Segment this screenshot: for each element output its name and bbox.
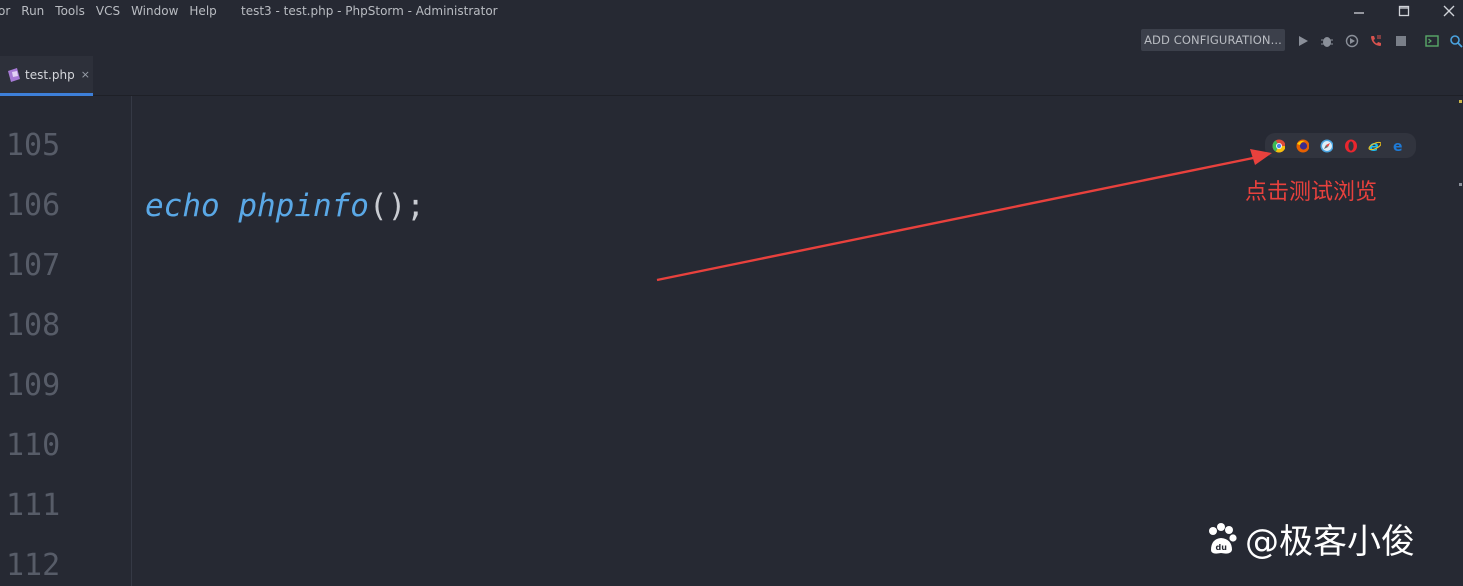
baidu-paw-icon: du (1209, 522, 1237, 554)
svg-text:du: du (1216, 543, 1228, 552)
watermark: du @极客小俊 (1205, 514, 1415, 563)
annotation-arrow (656, 149, 1272, 282)
annotation-label: 点击测试浏览 (1245, 180, 1378, 205)
watermark-text: @极客小俊 (1245, 522, 1415, 562)
